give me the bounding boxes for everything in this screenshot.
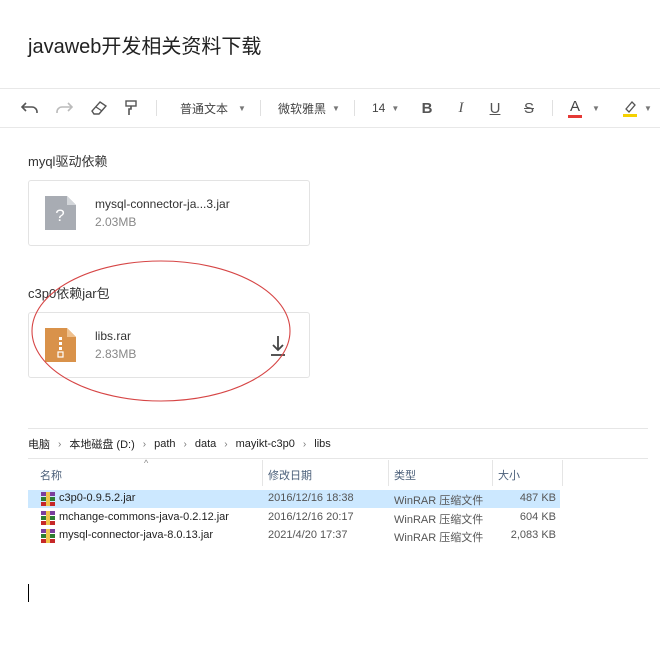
column-divider[interactable]: [492, 460, 493, 486]
font-color-icon: A: [568, 98, 582, 118]
download-icon[interactable]: [269, 335, 287, 357]
chevron-down-icon: ▼: [238, 103, 246, 113]
breadcrumb-item[interactable]: 电脑: [28, 436, 54, 452]
toolbar-divider: [260, 100, 261, 116]
file-size: 487 KB: [519, 492, 556, 504]
font-size-select[interactable]: 14 ▼: [364, 89, 404, 127]
font-color-swatch: [568, 115, 582, 118]
sort-ascending-icon: ^: [144, 458, 149, 468]
breadcrumb-item[interactable]: 本地磁盘 (D:): [65, 436, 138, 452]
column-header-name[interactable]: 名称: [40, 464, 62, 486]
chevron-right-icon: ›: [142, 438, 147, 450]
chevron-right-icon: ›: [224, 438, 228, 450]
file-type: WinRAR 压缩文件: [394, 532, 484, 544]
chevron-right-icon: ›: [302, 438, 307, 450]
winrar-icon: [41, 529, 55, 543]
attachment-file-name: libs.rar: [95, 329, 132, 343]
column-divider[interactable]: [262, 460, 263, 486]
strikethrough-button[interactable]: S: [518, 89, 540, 127]
highlighter-icon: [623, 101, 637, 117]
bold-button[interactable]: B: [416, 89, 438, 127]
paragraph-style-label: 普通文本: [180, 101, 229, 116]
column-header-type[interactable]: 类型: [394, 464, 416, 486]
chevron-down-icon: ▼: [592, 103, 600, 113]
paragraph-style-select[interactable]: 普通文本 ▼: [172, 89, 248, 127]
column-header-date[interactable]: 修改日期: [268, 464, 312, 486]
font-color-button[interactable]: A ▼: [568, 89, 608, 127]
file-row[interactable]: mchange-commons-java-0.2.12.jar 2016/12/…: [28, 509, 560, 527]
file-row[interactable]: c3p0-0.9.5.2.jar 2016/12/16 18:38 WinRAR…: [28, 490, 560, 508]
explorer-divider: [28, 428, 648, 429]
breadcrumb: 电脑 › 本地磁盘 (D:) › path › data › mayikt-c3…: [28, 434, 335, 454]
chevron-down-icon: ▼: [391, 103, 400, 113]
chevron-down-icon: ▼: [332, 103, 340, 113]
explorer-screenshot: 电脑 › 本地磁盘 (D:) › path › data › mayikt-c3…: [28, 420, 648, 550]
column-divider[interactable]: [388, 460, 389, 486]
file-date: 2021/4/20 17:37: [268, 529, 348, 541]
file-type: WinRAR 压缩文件: [394, 514, 484, 526]
file-date: 2016/12/16 20:17: [268, 511, 354, 523]
svg-text:?: ?: [55, 206, 64, 225]
attachment-card[interactable]: ? mysql-connector-ja...3.jar 2.03MB: [28, 180, 310, 246]
attachment-file-size: 2.03MB: [95, 215, 137, 229]
winrar-icon: [41, 511, 55, 525]
file-size: 2,083 KB: [510, 529, 556, 541]
breadcrumb-item[interactable]: path: [150, 438, 179, 450]
toolbar-divider: [552, 100, 553, 116]
winrar-icon: [41, 492, 55, 506]
text-cursor: [28, 584, 29, 602]
file-date: 2016/12/16 18:38: [268, 492, 354, 504]
font-size-label: 14: [372, 101, 386, 115]
attachment-card[interactable]: libs.rar 2.83MB: [28, 312, 310, 378]
breadcrumb-item[interactable]: data: [191, 438, 220, 450]
file-size: 604 KB: [519, 511, 556, 523]
breadcrumb-item[interactable]: libs: [310, 438, 335, 450]
format-painter-icon[interactable]: [120, 89, 142, 127]
italic-button[interactable]: I: [450, 89, 472, 127]
section-label-mysql[interactable]: myql驱动依赖: [28, 151, 107, 170]
chevron-down-icon: ▼: [644, 103, 652, 113]
redo-icon[interactable]: [52, 89, 76, 127]
toolbar-divider: [354, 100, 355, 116]
font-family-select[interactable]: 微软雅黑 ▼: [270, 89, 346, 127]
column-header-size[interactable]: 大小: [498, 464, 520, 486]
undo-icon[interactable]: [18, 89, 42, 127]
unknown-file-icon: ?: [45, 196, 76, 230]
file-name: mchange-commons-java-0.2.12.jar: [59, 511, 229, 523]
font-family-label: 微软雅黑: [278, 101, 327, 116]
attachment-file-size: 2.83MB: [95, 347, 137, 361]
underline-button[interactable]: U: [484, 89, 506, 127]
chevron-right-icon: ›: [58, 438, 62, 450]
attachment-file-name: mysql-connector-ja...3.jar: [95, 197, 230, 211]
toolbar-divider: [156, 100, 157, 116]
highlight-color-button[interactable]: ▼: [622, 89, 658, 127]
explorer-divider: [28, 458, 648, 459]
breadcrumb-item[interactable]: mayikt-c3p0: [232, 438, 299, 450]
archive-file-icon: [45, 328, 76, 362]
font-color-letter: A: [569, 98, 580, 115]
chevron-right-icon: ›: [183, 438, 187, 450]
file-name: mysql-connector-java-8.0.13.jar: [59, 529, 214, 541]
editor-toolbar: 普通文本 ▼ 微软雅黑 ▼ 14 ▼ B I U S A ▼ ▼: [0, 88, 660, 128]
eraser-icon[interactable]: [88, 89, 110, 127]
section-label-c3p0[interactable]: c3p0依赖jar包: [28, 283, 110, 302]
document-title[interactable]: javaweb开发相关资料下载: [28, 30, 261, 59]
file-type: WinRAR 压缩文件: [394, 495, 484, 507]
file-name: c3p0-0.9.5.2.jar: [59, 492, 136, 504]
column-divider[interactable]: [562, 460, 563, 486]
file-row[interactable]: mysql-connector-java-8.0.13.jar 2021/4/2…: [28, 527, 560, 545]
